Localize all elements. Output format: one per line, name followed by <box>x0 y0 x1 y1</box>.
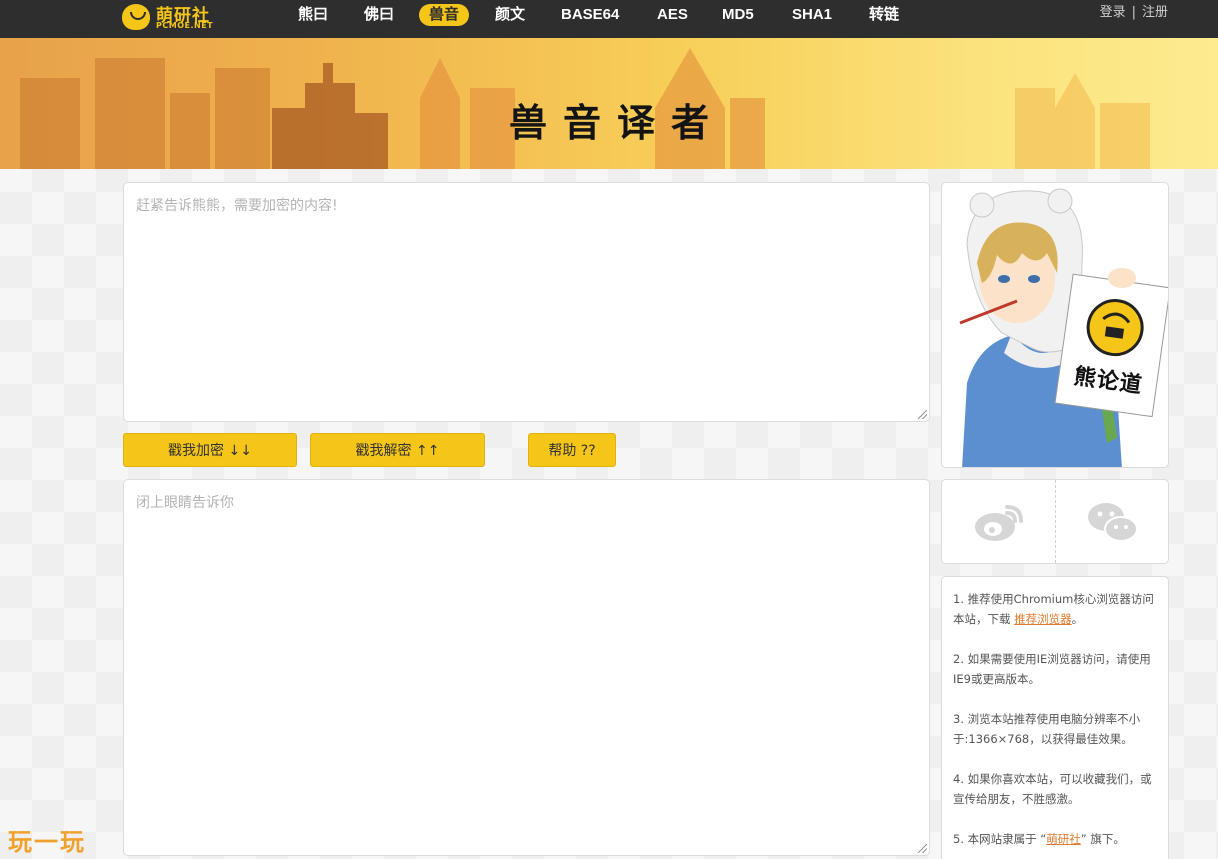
notice-text: 。 <box>1071 612 1084 626</box>
logo-domain: PCMOE.NET <box>156 21 214 30</box>
watermark-text: 玩一玩 <box>8 828 86 856</box>
notice-item: 5. 本网站隶属于 “萌研社” 旗下。 <box>953 829 1157 849</box>
auth-separator: | <box>1131 5 1136 20</box>
login-link[interactable]: 登录 <box>1100 4 1126 22</box>
notice-item: 4. 如果你喜欢本站，可以收藏我们，或宣传给朋友，不胜感激。 <box>953 769 1157 809</box>
wechat-icon <box>1087 502 1138 542</box>
plaintext-box <box>123 182 930 422</box>
recommended-browser-link[interactable]: 推荐浏览器 <box>1014 612 1072 626</box>
notice-text: ” 旗下。 <box>1080 832 1125 846</box>
nav-item-md5[interactable]: MD5 <box>722 4 754 26</box>
resize-grip-icon[interactable] <box>918 844 927 853</box>
ciphertext-box <box>123 479 930 856</box>
top-navbar: 萌研社 PCMOE.NET 熊曰 佛曰 兽音 颜文 BASE64 AES MD5… <box>0 0 1218 38</box>
nav-item-base64[interactable]: BASE64 <box>561 4 619 26</box>
nav-item-aes[interactable]: AES <box>657 4 688 26</box>
page-title: 兽音译者 <box>508 101 725 145</box>
notice-item: 1. 推荐使用Chromium核心浏览器访问本站，下载 推荐浏览器。 <box>953 589 1157 629</box>
notice-text: 2. 如果需要使用IE浏览器访问，请使用IE9或更高版本。 <box>953 652 1151 686</box>
help-button[interactable]: 帮助 ?? <box>528 433 616 467</box>
notice-list: 1. 推荐使用Chromium核心浏览器访问本站，下载 推荐浏览器。 2. 如果… <box>942 577 1168 849</box>
nav-item-zhuanlian[interactable]: 转链 <box>869 4 899 26</box>
weibo-icon <box>974 504 1023 541</box>
encrypt-button[interactable]: 戳我加密 ↓↓ <box>123 433 297 467</box>
nav-item-xiongyue[interactable]: 熊曰 <box>298 4 328 26</box>
register-link[interactable]: 注册 <box>1142 4 1168 22</box>
auth-links: 登录 | 注册 <box>1100 4 1168 22</box>
share-wechat[interactable] <box>1056 480 1168 563</box>
pcmoe-link[interactable]: 萌研社 <box>1046 832 1081 846</box>
ciphertext-output[interactable] <box>124 480 929 855</box>
share-card <box>941 479 1169 564</box>
share-weibo[interactable] <box>942 480 1055 563</box>
site-logo[interactable]: 萌研社 PCMOE.NET <box>122 2 232 34</box>
notice-item: 2. 如果需要使用IE浏览器访问，请使用IE9或更高版本。 <box>953 649 1157 689</box>
decrypt-button[interactable]: 戳我解密 ↑↑ <box>310 433 485 467</box>
mascot-poster-card: 熊论道 <box>941 182 1169 468</box>
nav-item-foyue[interactable]: 佛曰 <box>364 4 394 26</box>
notice-text: 3. 浏览本站推荐使用电脑分辨率不小于:1366×768，以获得最佳效果。 <box>953 712 1141 746</box>
notice-item: 3. 浏览本站推荐使用电脑分辨率不小于:1366×768，以获得最佳效果。 <box>953 709 1157 749</box>
nav-item-sha1[interactable]: SHA1 <box>792 4 832 26</box>
nav-item-shouyin[interactable]: 兽音 <box>419 4 470 26</box>
resize-grip-icon[interactable] <box>918 410 927 419</box>
nav-item-yanwen[interactable]: 颜文 <box>495 4 525 26</box>
plaintext-input[interactable] <box>124 183 929 421</box>
bear-logo-icon <box>122 4 150 30</box>
notice-text: 4. 如果你喜欢本站，可以收藏我们，或宣传给朋友，不胜感激。 <box>953 772 1152 806</box>
mascot-illustration <box>959 188 1168 467</box>
notice-text: 5. 本网站隶属于 “ <box>953 832 1047 846</box>
notice-card: 1. 推荐使用Chromium核心浏览器访问本站，下载 推荐浏览器。 2. 如果… <box>941 576 1169 859</box>
page-banner: 兽音译者 <box>0 38 1218 169</box>
